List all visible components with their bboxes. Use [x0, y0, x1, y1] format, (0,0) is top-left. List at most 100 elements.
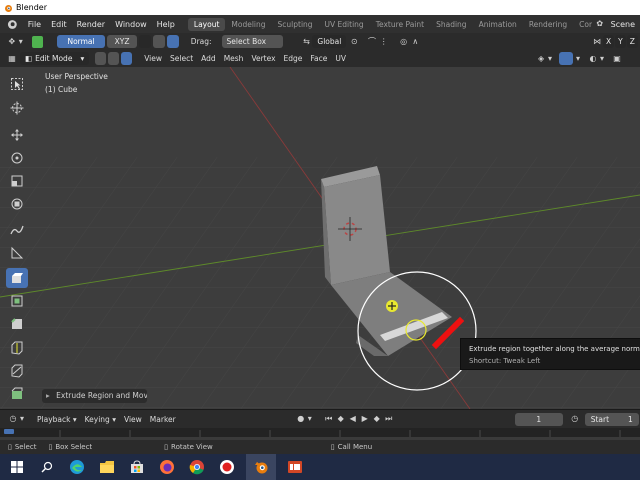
status-call-menu: Call Menu: [337, 443, 373, 451]
play-reverse-icon[interactable]: ◀: [347, 413, 359, 425]
falloff-icon[interactable]: ∧: [409, 36, 421, 48]
start-button[interactable]: [2, 454, 32, 480]
snap-target-icon[interactable]: ⋮: [378, 36, 390, 48]
vertex-select-button[interactable]: [95, 52, 107, 65]
tab-animation[interactable]: Animation: [473, 18, 523, 31]
gizmo-toggle-button[interactable]: [559, 52, 574, 65]
tool-extrude-region[interactable]: [6, 268, 28, 288]
menu-window[interactable]: Window: [110, 20, 152, 29]
move-icon: [11, 129, 23, 141]
snap-icon[interactable]: ⌒: [366, 36, 378, 48]
edit-mode-dropdown[interactable]: ◧ Edit Mode ▾: [20, 52, 90, 65]
taskbar-store[interactable]: [122, 454, 152, 480]
tool-rotate[interactable]: [6, 148, 28, 168]
menu-render[interactable]: Render: [72, 20, 110, 29]
select-box-dropdown[interactable]: Select Box: [221, 35, 283, 48]
header-menu-add[interactable]: Add: [197, 54, 220, 63]
tool-measure[interactable]: [6, 243, 28, 263]
current-frame-field[interactable]: 1: [514, 412, 563, 426]
xyz-orientation-button[interactable]: XYZ: [106, 35, 138, 48]
timeline-keying-menu[interactable]: Keying ▾: [81, 415, 120, 424]
header-menu-vertex[interactable]: Vertex: [247, 54, 279, 63]
jump-prev-keyframe-icon[interactable]: ◆: [335, 413, 347, 425]
tool-inset-faces[interactable]: [6, 291, 28, 311]
tool-select-box[interactable]: [6, 74, 28, 94]
search-button[interactable]: [32, 454, 62, 480]
menu-edit[interactable]: Edit: [46, 20, 72, 29]
tool-poly-build[interactable]: [6, 384, 28, 404]
tool-move[interactable]: [6, 125, 28, 145]
clock-icon[interactable]: ◷: [569, 413, 581, 425]
tool-transform[interactable]: [6, 194, 28, 214]
last-operator-panel[interactable]: ▸ Extrude Region and Move: [42, 389, 147, 403]
header-menu-uv[interactable]: UV: [331, 54, 350, 63]
tool-bevel[interactable]: [6, 314, 28, 334]
edge-select-button[interactable]: [108, 52, 120, 65]
header-menu-view[interactable]: View: [140, 54, 166, 63]
xray-icon[interactable]: ▣: [611, 53, 623, 65]
orientation-dropdown[interactable]: Global: [312, 35, 347, 48]
scene-selector[interactable]: Scene: [606, 20, 640, 29]
timeline-view-menu[interactable]: View: [120, 415, 146, 424]
face-select-button[interactable]: [121, 52, 133, 65]
mirror-z-button[interactable]: Z: [626, 35, 638, 48]
tab-rendering[interactable]: Rendering: [523, 18, 573, 31]
taskbar-chrome[interactable]: [182, 454, 212, 480]
jump-next-keyframe-icon[interactable]: ◆: [371, 413, 383, 425]
tab-layout[interactable]: Layout: [187, 17, 226, 31]
tab-sculpting[interactable]: Sculpting: [272, 18, 319, 31]
select-mode-new-button[interactable]: [139, 35, 152, 48]
tab-shading[interactable]: Shading: [430, 18, 472, 31]
select-mode-subtract-button[interactable]: [167, 35, 179, 48]
tab-modeling[interactable]: Modeling: [225, 18, 271, 31]
tool-loop-cut[interactable]: [6, 338, 28, 358]
overlay-icon[interactable]: ◐: [587, 53, 599, 65]
transform-pivot-icon[interactable]: ⇆: [301, 36, 313, 48]
editor-type-icon[interactable]: ▦: [6, 53, 18, 65]
tab-uv-editing[interactable]: UV Editing: [319, 18, 370, 31]
taskbar-blender[interactable]: [246, 454, 276, 480]
header-menu-face[interactable]: Face: [306, 54, 331, 63]
taskbar-edge[interactable]: [62, 454, 92, 480]
proportional-edit-icon[interactable]: ◎: [398, 36, 410, 48]
taskbar-file-explorer[interactable]: [92, 454, 122, 480]
select-mode-extend-button[interactable]: [153, 35, 166, 48]
record-keyframe-icon[interactable]: ●: [295, 413, 307, 425]
chevron-down-icon: ▾: [19, 414, 24, 423]
menu-help[interactable]: Help: [152, 20, 180, 29]
tab-compositing[interactable]: Compo: [573, 18, 592, 31]
play-icon[interactable]: ▶: [359, 413, 371, 425]
transform-tool-icon[interactable]: ✥: [6, 36, 18, 48]
jump-end-icon[interactable]: ⏭: [383, 413, 395, 425]
mirror-x-button[interactable]: X: [603, 35, 615, 48]
mirror-icon[interactable]: ⋈: [591, 36, 603, 48]
pivot-point-icon[interactable]: ⊙: [348, 36, 360, 48]
start-frame-field[interactable]: Start 1: [584, 412, 639, 426]
chevron-down-icon: ▾: [18, 36, 23, 46]
header-menu-select[interactable]: Select: [166, 54, 197, 63]
menu-file[interactable]: File: [23, 20, 46, 29]
tool-cursor[interactable]: [6, 98, 28, 118]
clock-icon[interactable]: ◷: [7, 413, 19, 425]
header-menu-mesh[interactable]: Mesh: [220, 54, 248, 63]
visibility-icon[interactable]: ◈: [535, 53, 547, 65]
taskbar-recorder[interactable]: [212, 454, 242, 480]
taskbar-powerpoint[interactable]: [280, 454, 310, 480]
blender-menu-icon[interactable]: [5, 17, 19, 31]
mirror-y-button[interactable]: Y: [615, 35, 626, 48]
tool-knife[interactable]: [6, 361, 28, 381]
chevron-down-icon: ▾: [576, 53, 581, 63]
taskbar-firefox[interactable]: [152, 454, 182, 480]
active-tool-swatch[interactable]: [31, 35, 44, 48]
blender-logo-icon: [5, 4, 12, 12]
tab-texture-paint[interactable]: Texture Paint: [370, 18, 430, 31]
timeline-marker-menu[interactable]: Marker: [146, 415, 180, 424]
scene-icon[interactable]: ✿: [594, 18, 606, 30]
timeline-scrubber[interactable]: [0, 428, 640, 440]
tool-scale[interactable]: [6, 171, 28, 191]
normal-orientation-button[interactable]: Normal: [57, 35, 105, 48]
jump-start-icon[interactable]: ⏮: [323, 413, 335, 425]
timeline-playback-menu[interactable]: Playback ▾: [33, 415, 81, 424]
tool-annotate[interactable]: [6, 220, 28, 240]
header-menu-edge[interactable]: Edge: [280, 54, 307, 63]
